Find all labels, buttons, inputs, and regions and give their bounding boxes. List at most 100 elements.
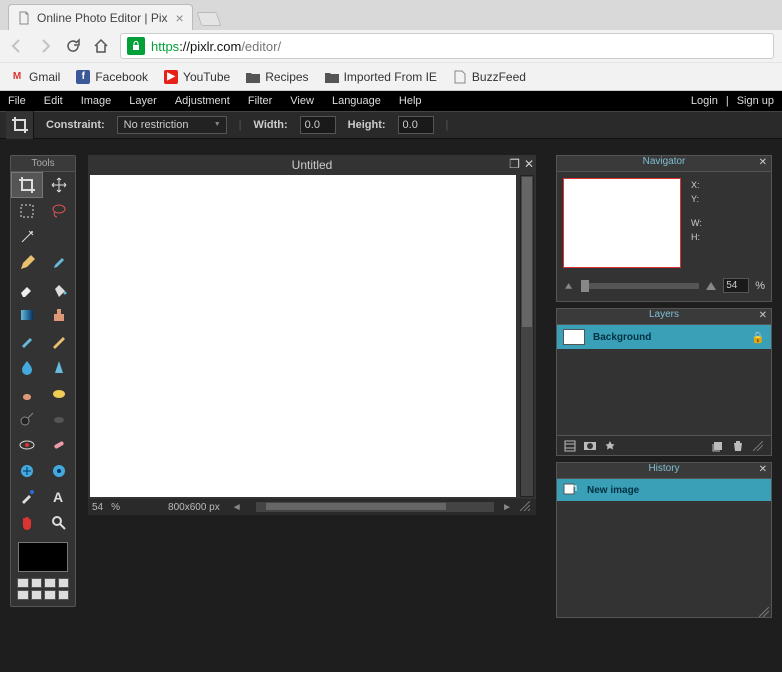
login-link[interactable]: Login: [691, 95, 718, 107]
draw-tool[interactable]: [43, 328, 75, 354]
menu-layer[interactable]: Layer: [129, 95, 157, 107]
reload-button[interactable]: [64, 37, 82, 55]
wand-tool[interactable]: [11, 224, 43, 250]
zoom-input[interactable]: [723, 278, 749, 293]
bucket-tool[interactable]: [43, 276, 75, 302]
height-input[interactable]: [398, 116, 434, 134]
vertical-scrollbar[interactable]: [520, 175, 534, 497]
bloat-tool[interactable]: [11, 458, 43, 484]
swatch[interactable]: [44, 590, 56, 600]
browser-chrome: Online Photo Editor | Pix × https ://pix…: [0, 0, 782, 91]
burn-tool[interactable]: [43, 406, 75, 432]
foreground-color[interactable]: [18, 542, 68, 572]
zoom-value: 54: [92, 502, 103, 513]
horizontal-scrollbar[interactable]: [256, 502, 494, 512]
lasso-tool[interactable]: [43, 198, 75, 224]
maximize-icon[interactable]: ❐: [509, 157, 520, 171]
bookmark-gmail[interactable]: MGmail: [10, 70, 60, 84]
swatch[interactable]: [44, 578, 56, 588]
forward-button[interactable]: [36, 37, 54, 55]
color-replace-tool[interactable]: [11, 328, 43, 354]
blur-tool[interactable]: [11, 354, 43, 380]
bookmark-facebook[interactable]: fFacebook: [76, 70, 148, 84]
pencil-tool[interactable]: [11, 250, 43, 276]
layer-settings-icon[interactable]: [563, 439, 577, 453]
close-icon[interactable]: ✕: [759, 157, 767, 168]
zoom-in-icon[interactable]: [705, 281, 717, 291]
browser-tab[interactable]: Online Photo Editor | Pix ×: [8, 4, 193, 30]
type-tool[interactable]: A: [43, 484, 75, 510]
gradient-tool[interactable]: [11, 302, 43, 328]
history-label: New image: [587, 485, 639, 496]
layers-toolbar: [557, 435, 771, 455]
close-icon[interactable]: ✕: [524, 157, 534, 171]
layers-title: Layers: [649, 309, 679, 320]
options-bar: Constraint: No restriction | Width: Heig…: [0, 111, 782, 139]
zoom-unit: %: [111, 502, 120, 513]
close-icon[interactable]: ✕: [759, 464, 767, 475]
zoom-tool[interactable]: [43, 510, 75, 536]
canvas[interactable]: [90, 175, 516, 497]
zoom-slider[interactable]: [581, 283, 699, 289]
redeye-tool[interactable]: [11, 432, 43, 458]
sponge-tool[interactable]: [43, 380, 75, 406]
new-layer-icon[interactable]: [711, 439, 725, 453]
swatch[interactable]: [58, 578, 70, 588]
menu-help[interactable]: Help: [399, 95, 422, 107]
lock-icon[interactable]: 🔒: [751, 331, 765, 344]
history-title: History: [648, 463, 679, 474]
resize-handle[interactable]: [759, 607, 769, 615]
zoom-out-icon[interactable]: [563, 281, 575, 291]
marquee-tool[interactable]: [11, 198, 43, 224]
menu-file[interactable]: File: [8, 95, 26, 107]
swatch[interactable]: [31, 578, 43, 588]
eraser-tool[interactable]: [11, 276, 43, 302]
hand-tool[interactable]: [11, 510, 43, 536]
smudge-tool[interactable]: [11, 380, 43, 406]
home-button[interactable]: [92, 37, 110, 55]
signup-link[interactable]: Sign up: [737, 95, 774, 107]
new-tab-button[interactable]: [196, 12, 221, 26]
constraint-select[interactable]: No restriction: [117, 116, 227, 134]
close-icon[interactable]: ×: [176, 10, 184, 26]
bookmark-youtube[interactable]: ▶YouTube: [164, 70, 230, 84]
close-icon[interactable]: ✕: [759, 310, 767, 321]
menu-filter[interactable]: Filter: [248, 95, 272, 107]
menu-language[interactable]: Language: [332, 95, 381, 107]
bookmark-buzzfeed[interactable]: BuzzFeed: [453, 70, 526, 84]
history-row[interactable]: New image: [557, 479, 771, 501]
dodge-tool[interactable]: [11, 406, 43, 432]
crop-tool[interactable]: [11, 172, 43, 198]
layer-styles-icon[interactable]: [603, 439, 617, 453]
pinch-tool[interactable]: [43, 458, 75, 484]
navigator-preview[interactable]: [563, 178, 681, 268]
resize-handle[interactable]: [751, 439, 765, 453]
back-button[interactable]: [8, 37, 26, 55]
menu-image[interactable]: Image: [81, 95, 112, 107]
swatch[interactable]: [31, 590, 43, 600]
sharpen-tool[interactable]: [43, 354, 75, 380]
brush-tool[interactable]: [43, 250, 75, 276]
move-tool[interactable]: [43, 172, 75, 198]
layer-mask-icon[interactable]: [583, 439, 597, 453]
canvas-titlebar[interactable]: Untitled ❐ ✕: [88, 155, 536, 175]
bookmark-recipes[interactable]: Recipes: [246, 70, 308, 84]
gmail-icon: M: [10, 70, 24, 84]
swatch[interactable]: [17, 578, 29, 588]
bookmark-imported[interactable]: Imported From IE: [325, 70, 437, 84]
layer-row[interactable]: Background 🔒: [557, 325, 771, 349]
pixlr-app: File Edit Image Layer Adjustment Filter …: [0, 91, 782, 672]
eyedropper-tool[interactable]: [11, 484, 43, 510]
url-input[interactable]: https ://pixlr.com /editor/: [120, 33, 774, 59]
youtube-icon: ▶: [164, 70, 178, 84]
swatch[interactable]: [17, 590, 29, 600]
resize-handle[interactable]: [520, 501, 532, 513]
menu-adjustment[interactable]: Adjustment: [175, 95, 230, 107]
menu-edit[interactable]: Edit: [44, 95, 63, 107]
delete-layer-icon[interactable]: [731, 439, 745, 453]
menu-view[interactable]: View: [290, 95, 314, 107]
swatch[interactable]: [58, 590, 70, 600]
width-input[interactable]: [300, 116, 336, 134]
clone-tool[interactable]: [43, 302, 75, 328]
spot-heal-tool[interactable]: [43, 432, 75, 458]
